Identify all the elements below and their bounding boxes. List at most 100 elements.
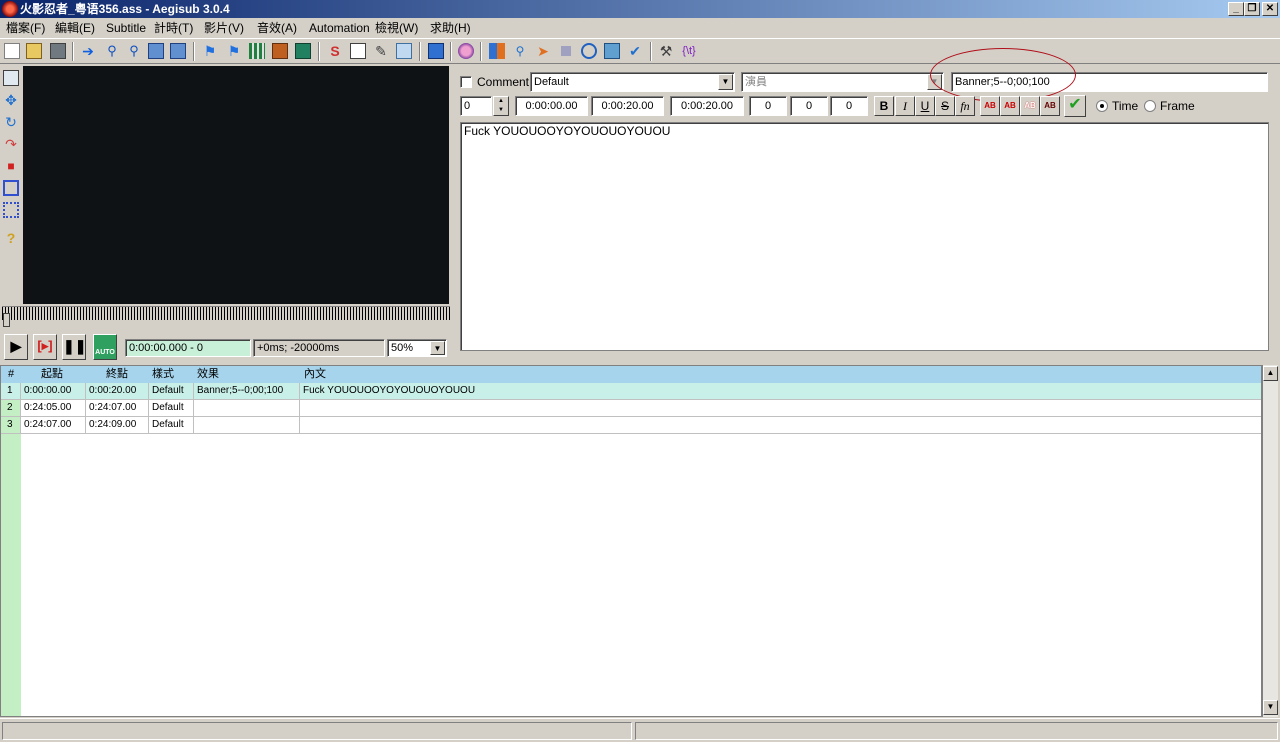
menu-help[interactable]: 求助(H) [430,20,471,36]
tag-toggle-icon[interactable]: {\t} [681,43,697,59]
menu-edit[interactable]: 編輯(E) [55,20,95,36]
secondary-color-button[interactable]: AB [1000,96,1020,116]
video-display[interactable] [23,66,449,304]
primary-color-button[interactable]: AB [980,96,1000,116]
col-start[interactable]: 起點 [41,366,63,383]
menu-automation[interactable]: Automation [309,20,370,36]
comment-checkbox[interactable] [460,76,472,88]
row-number: 3 [1,417,21,434]
seek-thumb[interactable] [3,313,10,327]
video-icon[interactable] [272,43,288,59]
col-end[interactable]: 終點 [106,366,128,383]
col-style[interactable]: 樣式 [152,366,174,383]
scroll-up-icon[interactable]: ▲ [1263,366,1278,381]
annotation-circle [930,48,1076,102]
attachments-icon[interactable]: ✎ [373,43,389,59]
menu-video[interactable]: 影片(V) [204,20,244,36]
open-file-icon[interactable] [26,43,42,59]
bold-button[interactable]: B [874,96,894,116]
menu-timing[interactable]: 計時(T) [154,20,193,36]
duration-field[interactable]: 0:00:20.00 [670,96,744,116]
rotate-z-icon[interactable]: ↻ [3,114,19,130]
new-file-icon[interactable] [4,43,20,59]
margin-left-field[interactable]: 0 [749,96,787,116]
scroll-down-icon[interactable]: ▼ [1263,700,1278,715]
time-end-icon[interactable]: ⚑ [226,43,242,59]
actor-select[interactable]: 演員 ▼ [741,72,944,92]
outline-color-button[interactable]: AB [1020,96,1040,116]
subtitle-text-editor[interactable]: Fuck YOUOUOOYOYOUOUOYOUOU [460,122,1269,351]
options-icon[interactable]: ✔ [627,43,643,59]
properties-icon[interactable] [350,43,366,59]
close-button[interactable]: ✕ [1262,2,1278,16]
zoom-out-icon[interactable]: ⚲ [126,43,142,59]
automation-icon[interactable] [428,43,444,59]
play-button[interactable]: ▶ [4,334,28,360]
minimize-button[interactable]: _ [1228,2,1244,16]
play-line-button[interactable]: [▸] [33,334,57,360]
keyframe-icon[interactable] [249,43,265,59]
zoom-select[interactable]: 50% ▼ [387,339,447,357]
layer-field[interactable]: 0 [460,96,492,116]
video-time-display[interactable]: 0:00:00.000 - 0 [125,339,251,357]
row-style: Default [149,383,194,400]
margin-vertical-field[interactable]: 0 [830,96,868,116]
underline-button[interactable]: U [915,96,935,116]
pause-button[interactable]: ❚❚ [62,334,86,360]
style-select[interactable]: Default ▼ [530,72,735,92]
start-time-field[interactable]: 0:00:00.00 [515,96,588,116]
grid-scrollbar[interactable]: ▲ ▼ [1262,365,1278,717]
menu-view[interactable]: 檢視(W) [375,20,418,36]
chevron-down-icon[interactable]: ▼ [430,341,445,355]
table-row[interactable]: 3 0:24:07.00 0:24:09.00 Default [1,417,1261,434]
help-icon[interactable]: ? [3,230,19,246]
font-button[interactable]: fn [955,96,975,116]
vector-clip-icon[interactable] [3,202,19,218]
col-effect[interactable]: 效果 [197,366,219,383]
zoom-in-icon[interactable]: ⚲ [104,43,120,59]
resample-icon[interactable]: ➤ [535,43,551,59]
table-row[interactable]: 1 0:00:00.00 0:00:20.00 Default Banner;5… [1,383,1261,400]
italic-button[interactable]: I [895,96,915,116]
menu-subtitle[interactable]: Subtitle [106,20,146,36]
standard-tool-icon[interactable] [3,70,19,86]
end-time-field[interactable]: 0:00:20.00 [591,96,664,116]
detach-video-icon[interactable] [295,43,311,59]
auto-scroll-button[interactable]: AUTO [93,334,117,360]
clip-icon[interactable] [3,180,19,196]
row-start: 0:24:07.00 [21,417,86,434]
time-radio[interactable] [1096,100,1108,112]
hammer-icon[interactable]: ⚒ [658,43,674,59]
shift-times-icon[interactable] [489,43,505,59]
spell-check-icon[interactable] [604,43,620,59]
jump-icon[interactable]: ➔ [80,43,96,59]
kanji-timer-icon[interactable] [581,43,597,59]
col-text[interactable]: 內文 [304,366,326,383]
table-row[interactable]: 2 0:24:05.00 0:24:07.00 Default [1,400,1261,417]
save-icon[interactable] [50,43,66,59]
chevron-down-icon[interactable]: ▼ [718,74,733,90]
drag-tool-icon[interactable]: ✥ [3,92,19,108]
styles-icon[interactable]: S [327,43,343,59]
restore-button[interactable]: ❐ [1244,2,1260,16]
translation-icon[interactable]: ⚲ [512,43,528,59]
comment-label: Comment [477,75,530,89]
time-icon[interactable]: ⚑ [202,43,218,59]
rotate-xy-icon[interactable]: ↷ [3,136,19,152]
scale-icon[interactable]: ■ [3,158,19,174]
fonts-icon[interactable] [396,43,412,59]
commit-button[interactable]: ✔ [1064,95,1086,117]
margin-right-field[interactable]: 0 [790,96,828,116]
karaoke-icon[interactable] [458,43,474,59]
timing-post-icon[interactable] [558,43,574,59]
copy-snapshot-icon[interactable] [170,43,186,59]
video-seek-bar[interactable] [2,306,450,320]
snapshot-icon[interactable] [148,43,164,59]
frame-radio[interactable] [1144,100,1156,112]
menu-file[interactable]: 檔案(F) [6,20,45,36]
strikeout-button[interactable]: S [935,96,955,116]
layer-spin-button[interactable]: ▲ ▼ [493,96,509,116]
menu-audio[interactable]: 音效(A) [257,20,297,36]
shadow-color-button[interactable]: AB [1040,96,1060,116]
col-number[interactable]: # [8,366,14,383]
